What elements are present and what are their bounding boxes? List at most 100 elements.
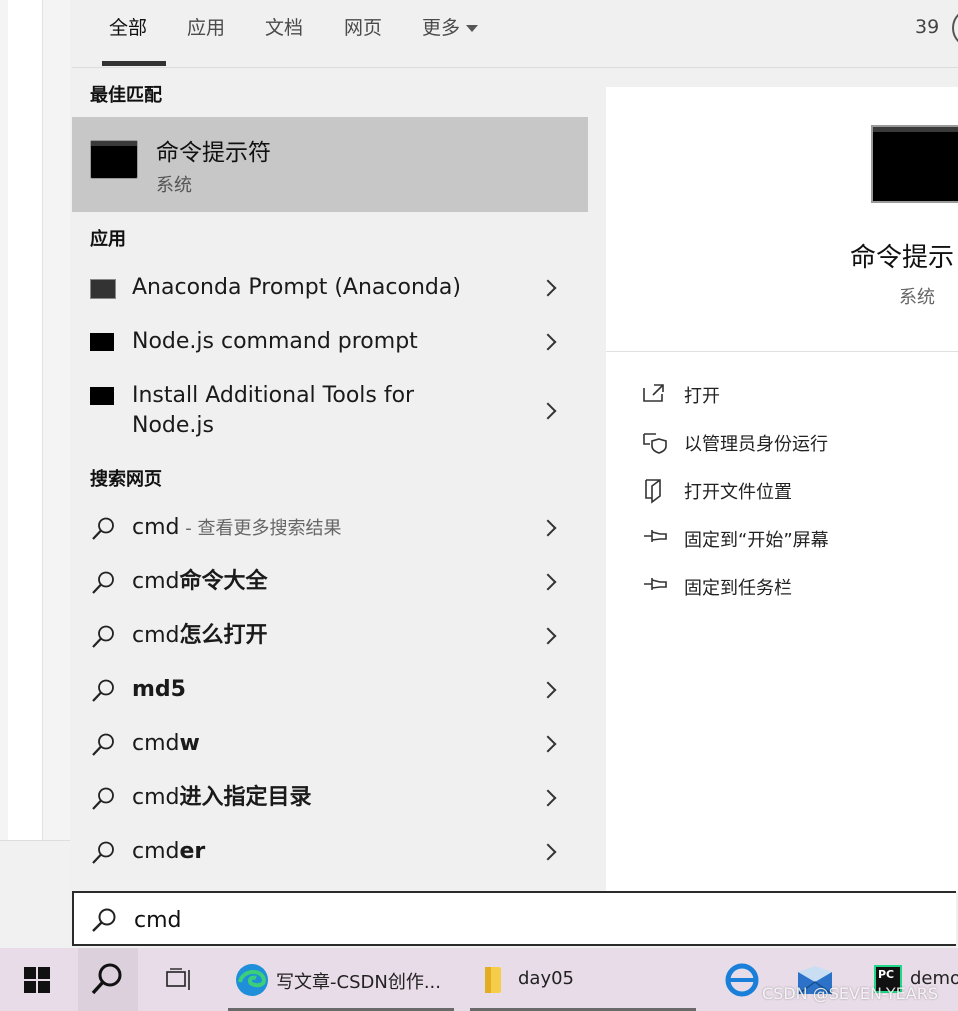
web-result-label: cmd怎么打开 xyxy=(132,621,268,651)
chevron-right-icon[interactable] xyxy=(539,519,557,537)
search-input[interactable] xyxy=(132,903,836,937)
tab-active-indicator xyxy=(102,61,166,66)
taskbar-item-ie[interactable] xyxy=(718,948,766,1011)
taskbar-item-edge[interactable]: 写文章-CSDN创作... xyxy=(228,948,454,1011)
search-icon xyxy=(91,963,122,995)
best-match-title: 命令提示符 xyxy=(156,140,271,166)
web-result-label: cmd - 查看更多搜索结果 xyxy=(132,513,341,544)
search-button[interactable] xyxy=(78,948,138,1011)
tab-all[interactable]: 全部 xyxy=(109,16,147,50)
tab-more[interactable]: 更多 xyxy=(422,16,479,50)
taskbar-item-label: day05 xyxy=(518,968,575,989)
app-item-nodejs-prompt[interactable]: Node.js command prompt xyxy=(72,324,588,364)
pycharm-badge: PC xyxy=(878,968,895,981)
tab-documents-label: 文档 xyxy=(265,17,304,39)
start-button[interactable] xyxy=(14,948,62,1011)
task-view-icon xyxy=(166,968,190,990)
app-item-label-line1: Install Additional Tools for xyxy=(132,383,415,408)
taskbar-item-label: 写文章-CSDN创作... xyxy=(276,972,441,993)
windows-logo-icon xyxy=(24,967,50,993)
app-item-anaconda-prompt[interactable]: Anaconda Prompt (Anaconda) xyxy=(72,270,588,310)
search-icon xyxy=(92,625,114,648)
chevron-right-icon[interactable] xyxy=(539,333,557,351)
file-location-icon xyxy=(645,479,661,504)
action-label: 打开 xyxy=(684,386,720,407)
reward-points-count: 39 xyxy=(915,16,940,38)
app-item-nodejs-tools[interactable]: Install Additional Tools for Node.js xyxy=(72,378,588,444)
pin-icon xyxy=(644,530,667,542)
web-result-item[interactable]: cmdw xyxy=(72,726,588,766)
web-result-suggestion: 命令大全 xyxy=(179,569,268,594)
chevron-right-icon[interactable] xyxy=(539,735,557,753)
tab-apps-label: 应用 xyxy=(187,17,226,39)
web-result-hint: - 查看更多搜索结果 xyxy=(179,518,342,539)
web-result-item[interactable]: cmd命令大全 xyxy=(72,564,588,604)
web-result-prefix: cmd xyxy=(132,839,180,864)
search-icon xyxy=(92,733,114,756)
web-result-prefix: cmd xyxy=(132,623,180,648)
web-result-suggestion: md5 xyxy=(132,677,186,702)
app-item-label-line2: Node.js xyxy=(132,413,214,438)
preview-header: 命令提示 系统 xyxy=(606,87,958,352)
web-result-item[interactable]: cmd - 查看更多搜索结果 xyxy=(72,510,588,550)
tab-documents[interactable]: 文档 xyxy=(265,16,303,50)
chevron-right-icon[interactable] xyxy=(539,681,557,699)
web-result-label: cmd命令大全 xyxy=(132,567,268,597)
shield-icon xyxy=(643,433,667,454)
tab-web[interactable]: 网页 xyxy=(344,16,382,50)
section-apps: 应用 xyxy=(90,229,126,250)
action-label: 固定到任务栏 xyxy=(684,578,792,599)
web-result-suggestion: w xyxy=(179,731,200,756)
app-item-label: Node.js command prompt xyxy=(132,329,418,354)
pin-icon xyxy=(644,578,667,590)
internet-explorer-icon xyxy=(725,963,759,997)
search-box[interactable] xyxy=(72,891,956,946)
taskbar-item-explorer[interactable]: day05 xyxy=(470,948,696,1011)
task-view-button[interactable] xyxy=(156,948,204,1011)
open-icon xyxy=(643,384,664,402)
chevron-right-icon[interactable] xyxy=(539,402,557,420)
preview-title: 命令提示 xyxy=(850,243,955,273)
terminal-icon xyxy=(90,279,116,299)
edge-icon xyxy=(236,964,268,996)
web-result-item[interactable]: cmd怎么打开 xyxy=(72,618,588,658)
web-result-suggestion: er xyxy=(179,839,206,864)
caret-down-icon xyxy=(466,25,479,32)
search-icon xyxy=(92,908,116,932)
terminal-icon xyxy=(90,387,114,405)
preview-pane: 命令提示 系统 打开 以管理员身份运行 打开文件位置 固定到“开始”屏幕 固定到… xyxy=(606,87,958,892)
chevron-right-icon[interactable] xyxy=(539,573,557,591)
search-icon xyxy=(92,679,114,702)
app-item-label: Anaconda Prompt (Anaconda) xyxy=(132,275,461,300)
chevron-right-icon[interactable] xyxy=(539,279,557,297)
search-icon xyxy=(92,841,114,864)
command-prompt-icon xyxy=(90,140,138,179)
web-result-item[interactable]: md5 xyxy=(72,672,588,712)
web-result-label: cmd进入指定目录 xyxy=(132,783,312,813)
web-result-label: md5 xyxy=(132,675,186,705)
chevron-right-icon[interactable] xyxy=(539,843,557,861)
search-icon xyxy=(92,787,114,810)
tab-all-label: 全部 xyxy=(109,17,148,39)
web-result-prefix: cmd xyxy=(132,785,180,810)
web-result-label: cmder xyxy=(132,837,205,867)
background-card xyxy=(8,0,43,840)
chevron-right-icon[interactable] xyxy=(539,789,557,807)
command-prompt-large-icon xyxy=(871,125,958,203)
best-match-item[interactable]: 命令提示符 系统 xyxy=(72,117,588,212)
web-result-suggestion: 进入指定目录 xyxy=(179,785,312,810)
web-result-item[interactable]: cmder xyxy=(72,834,588,874)
web-result-prefix: cmd xyxy=(132,569,180,594)
web-result-prefix: cmd xyxy=(132,515,180,540)
background-strip xyxy=(0,840,70,946)
action-label: 固定到“开始”屏幕 xyxy=(684,530,829,551)
section-web-search: 搜索网页 xyxy=(90,469,162,490)
chevron-right-icon[interactable] xyxy=(539,627,557,645)
folder-icon xyxy=(485,967,501,993)
tab-apps[interactable]: 应用 xyxy=(187,16,225,50)
search-icon xyxy=(92,517,114,540)
rewards-icon[interactable] xyxy=(952,8,958,48)
preview-subtitle: 系统 xyxy=(899,287,935,308)
web-result-prefix: cmd xyxy=(132,731,180,756)
web-result-item[interactable]: cmd进入指定目录 xyxy=(72,780,588,820)
